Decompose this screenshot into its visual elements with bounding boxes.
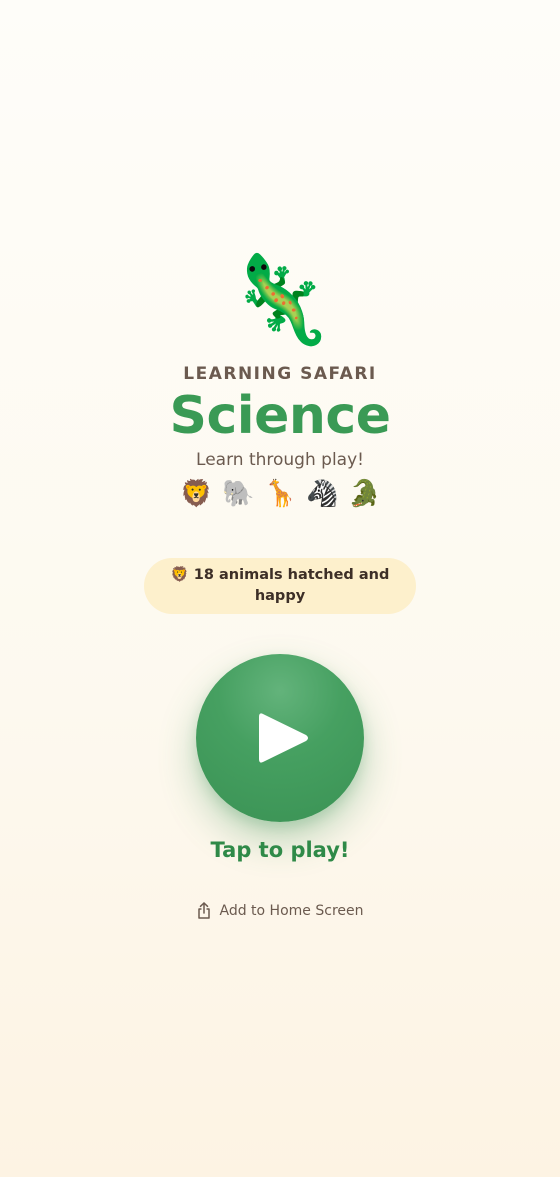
eyebrow-label: LEARNING SAFARI: [183, 364, 377, 384]
play-caption[interactable]: Tap to play!: [211, 838, 350, 862]
add-to-home-screen-label: Add to Home Screen: [219, 902, 364, 919]
share-icon: [197, 902, 210, 919]
status-text: 18 animals hatched and happy: [193, 567, 390, 604]
play-wrap: [196, 654, 364, 822]
tagline: Learn through play!: [196, 450, 364, 470]
add-to-home-screen-link[interactable]: Add to Home Screen: [197, 902, 364, 919]
lion-icon: 🦁: [170, 567, 189, 583]
lion-icon: 🦁: [180, 479, 213, 509]
page-title: Science: [169, 386, 391, 446]
play-button[interactable]: [196, 654, 364, 822]
animal-row: 🦁 🐘 🦒 🦓 🐊: [180, 476, 380, 512]
zebra-icon: 🦓: [306, 479, 339, 509]
lizard-icon: 🦎: [226, 250, 334, 350]
start-screen: 🦎 LEARNING SAFARI Science Learn through …: [0, 0, 560, 1177]
giraffe-icon: 🦒: [264, 479, 297, 509]
status-badge: 🦁 18 animals hatched and happy: [144, 558, 416, 614]
elephant-icon: 🐘: [222, 479, 255, 509]
crocodile-icon: 🐊: [348, 479, 381, 509]
play-icon: [259, 713, 308, 763]
